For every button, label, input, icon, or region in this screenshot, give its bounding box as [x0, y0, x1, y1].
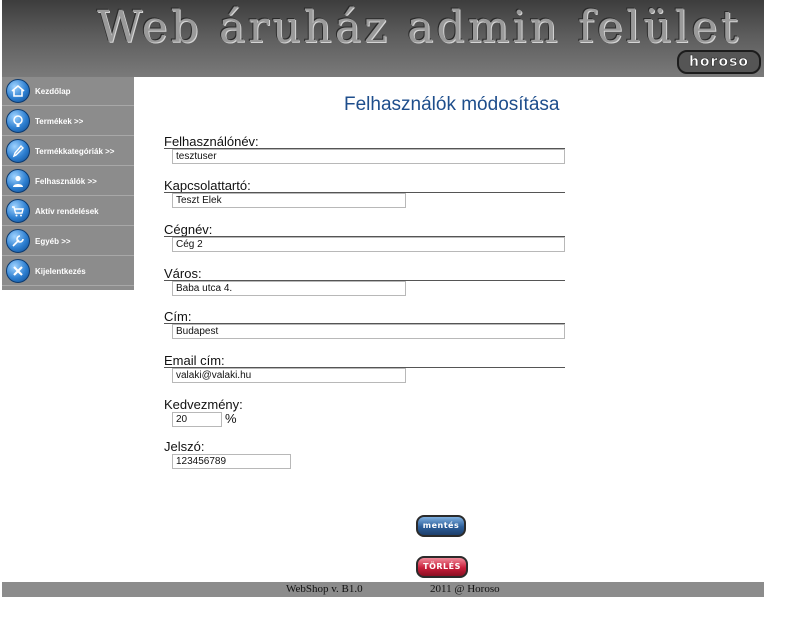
password-input[interactable]: [172, 454, 291, 469]
footer-bar: WebShop v. B1.0 2011 @ Horoso: [2, 582, 764, 597]
pen-icon: [6, 139, 30, 163]
sidebar-item-label: Termékkategóriák >>: [35, 146, 115, 156]
header-banner: Web áruház admin felület horoso: [2, 0, 764, 77]
city-label: Város:: [164, 266, 202, 281]
company-input[interactable]: [172, 237, 565, 252]
app-title: Web áruház admin felület: [97, 2, 742, 53]
home-icon: [6, 79, 30, 103]
contact-input[interactable]: [172, 193, 406, 208]
sidebar-item-label: Egyéb >>: [35, 236, 71, 246]
sidebar-item-felhasznalok[interactable]: Felhasználók >>: [2, 167, 134, 196]
username-label: Felhasználónév:: [164, 134, 259, 149]
discount-input[interactable]: [172, 412, 222, 427]
page-title: Felhasználók módosítása: [344, 94, 560, 115]
sidebar-menu: Kezdőlap Termékek >> Termékkategóriák >>…: [2, 77, 134, 290]
footer-version: WebShop v. B1.0: [286, 583, 363, 595]
address-label: Cím:: [164, 309, 192, 324]
sidebar-item-termekkategoriak[interactable]: Termékkategóriák >>: [2, 137, 134, 166]
horoso-logo[interactable]: horoso: [677, 50, 761, 74]
close-icon: [6, 259, 30, 283]
sidebar-item-label: Kijelentkezés: [35, 266, 86, 276]
lightbulb-icon: [6, 109, 30, 133]
username-input[interactable]: [172, 149, 565, 164]
cart-icon: [6, 199, 30, 223]
sidebar-item-kezdolap[interactable]: Kezdőlap: [2, 77, 134, 106]
sidebar-item-kijelentkezes[interactable]: Kijelentkezés: [2, 257, 134, 286]
sidebar-item-label: Kezdőlap: [35, 86, 71, 96]
email-input[interactable]: [172, 368, 406, 383]
sidebar-item-label: Felhasználók >>: [35, 176, 97, 186]
save-button[interactable]: mentés: [416, 515, 466, 537]
delete-button[interactable]: TÖRLÉS: [416, 556, 468, 578]
percent-unit: %: [225, 411, 237, 426]
discount-label: Kedvezmény:: [164, 397, 243, 412]
contact-label: Kapcsolattartó:: [164, 178, 251, 193]
sidebar-item-label: Termékek >>: [35, 116, 84, 126]
city-input[interactable]: [172, 281, 406, 296]
sidebar-item-egyeb[interactable]: Egyéb >>: [2, 227, 134, 256]
address-input[interactable]: [172, 324, 565, 339]
footer-copyright: 2011 @ Horoso: [430, 583, 500, 595]
sidebar-item-aktiv-rendelesek[interactable]: Aktív rendelések: [2, 197, 134, 226]
sidebar-item-label: Aktív rendelések: [35, 206, 99, 216]
users-icon: [6, 169, 30, 193]
sidebar-item-termekek[interactable]: Termékek >>: [2, 107, 134, 136]
wrench-icon: [6, 229, 30, 253]
password-label: Jelszó:: [164, 439, 205, 454]
email-label: Email cím:: [164, 353, 225, 368]
company-label: Cégnév:: [164, 222, 213, 237]
